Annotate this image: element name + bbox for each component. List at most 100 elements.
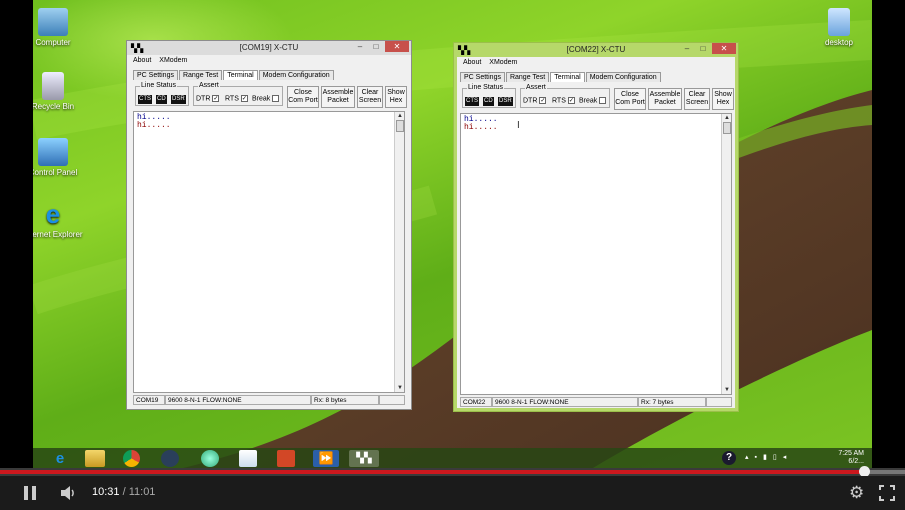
media-player-icon[interactable]: ⏩ — [313, 450, 339, 467]
mute-button[interactable] — [60, 485, 78, 501]
assemble-packet-button[interactable]: Assemble Packet — [321, 86, 355, 108]
checkbox-box — [272, 95, 280, 102]
gear-icon: ⚙ — [849, 483, 865, 502]
assemble-packet-button[interactable]: Assemble Packet — [648, 88, 682, 110]
fullscreen-icon — [879, 485, 895, 501]
video-progress-bar[interactable] — [0, 466, 905, 477]
dtr-label: DTR — [196, 95, 211, 103]
settings-button[interactable]: ⚙ — [849, 483, 864, 503]
line-status-label: Line Status — [140, 82, 178, 89]
text-cursor-icon: I — [517, 120, 520, 131]
time-separator: / — [122, 486, 126, 498]
rts-label: RTS — [552, 97, 566, 105]
steam-icon[interactable] — [161, 450, 179, 467]
desktop-icon-label: desktop — [824, 38, 854, 47]
minimize-button[interactable]: – — [680, 43, 694, 54]
menu-bar: About XModem — [457, 57, 735, 68]
system-tray: 7:25 AM 6/2... — [838, 450, 864, 466]
scroll-thumb[interactable] — [723, 122, 731, 134]
menu-about[interactable]: About — [133, 57, 151, 64]
break-label: Break — [579, 97, 598, 105]
maximize-button[interactable]: □ — [369, 41, 383, 52]
tab-range-test[interactable]: Range Test — [505, 72, 550, 82]
powerpoint-icon[interactable] — [277, 450, 295, 467]
status-empty — [379, 394, 405, 405]
desktop-icon-folder[interactable]: desktop — [809, 8, 869, 47]
desktop-icon-recycle-bin[interactable]: Recycle Bin — [33, 72, 83, 111]
cts-indicator: CTS — [138, 95, 152, 104]
window-titlebar[interactable]: ▚▚ [COM22] X-CTU – □ ✕ — [454, 43, 738, 57]
terminal-output[interactable]: hi..... hi..... ▲ ▼ — [133, 111, 405, 393]
tab-strip: PC Settings Range Test Terminal Modem Co… — [133, 70, 334, 80]
assert-label: Assert — [525, 84, 547, 91]
menu-xmodem[interactable]: XModem — [159, 57, 187, 64]
progress-played — [0, 470, 864, 474]
terminal-toolbar: Line Status CTS CD DSR Assert DTR ✓ RTS … — [460, 84, 734, 111]
paint-icon[interactable] — [239, 450, 257, 467]
show-hex-button[interactable]: Show Hex — [712, 88, 734, 110]
dtr-checkbox[interactable]: DTR ✓ — [523, 97, 547, 104]
terminal-output[interactable]: hi..... hi..... I ▲ ▼ — [460, 113, 732, 395]
xctu-window-com19[interactable]: ▚▚ [COM19] X-CTU – □ ✕ About XModem PC S… — [126, 40, 412, 410]
clock-date[interactable]: 6/2... — [838, 458, 864, 466]
close-com-port-button[interactable]: Close Com Port — [287, 86, 319, 108]
scroll-up-icon[interactable]: ▲ — [722, 114, 732, 122]
tab-modem-configuration[interactable]: Modem Configuration — [258, 70, 334, 80]
desktop-icon-computer[interactable]: Computer — [33, 8, 83, 47]
tab-modem-configuration[interactable]: Modem Configuration — [585, 72, 661, 82]
video-frame[interactable]: Computer Recycle Bin Control Panel e Int… — [0, 0, 905, 468]
close-button[interactable]: ✕ — [385, 41, 409, 52]
maximize-button[interactable]: □ — [696, 43, 710, 54]
close-com-port-button[interactable]: Close Com Port — [614, 88, 646, 110]
status-port: COM19 — [133, 394, 165, 405]
file-explorer-icon[interactable] — [85, 450, 105, 467]
check-icon: ✓ — [539, 97, 547, 104]
vertical-scrollbar[interactable]: ▲ ▼ — [721, 114, 731, 394]
scroll-thumb[interactable] — [396, 120, 404, 132]
desktop-icon-internet-explorer[interactable]: e Internet Explorer — [33, 200, 83, 239]
assert-label: Assert — [198, 82, 220, 89]
status-bar: COM19 9600 8-N-1 FLOW:NONE Rx: 8 bytes — [133, 394, 405, 405]
desktop-icon-control-panel[interactable]: Control Panel — [33, 138, 83, 177]
break-checkbox[interactable]: Break — [579, 97, 607, 105]
cts-indicator: CTS — [465, 97, 479, 106]
clear-screen-button[interactable]: Clear Screen — [684, 88, 710, 110]
clear-screen-button[interactable]: Clear Screen — [357, 86, 383, 108]
internet-explorer-icon: e — [45, 199, 61, 229]
tab-terminal[interactable]: Terminal — [550, 72, 585, 82]
close-button[interactable]: ✕ — [712, 43, 736, 54]
tab-pc-settings[interactable]: PC Settings — [460, 72, 505, 82]
menu-xmodem[interactable]: XModem — [489, 59, 517, 66]
terminal-toolbar: Line Status CTS CD DSR Assert DTR ✓ RTS … — [133, 82, 407, 109]
window-titlebar[interactable]: ▚▚ [COM19] X-CTU – □ ✕ — [127, 41, 411, 55]
minimize-button[interactable]: – — [353, 41, 367, 52]
scroll-down-icon[interactable]: ▼ — [722, 386, 732, 394]
chrome-icon[interactable] — [123, 450, 140, 467]
xctu-icon[interactable]: ▚▚ — [349, 450, 379, 467]
menu-about[interactable]: About — [463, 59, 481, 66]
show-hex-button[interactable]: Show Hex — [385, 86, 407, 108]
rts-checkbox[interactable]: RTS ✓ — [552, 97, 575, 104]
ie-icon[interactable]: e — [47, 450, 73, 467]
help-icon[interactable]: ? — [722, 451, 736, 465]
player-controls: 10:31 / 11:01 ⚙ — [0, 476, 905, 510]
clock-time[interactable]: 7:25 AM — [838, 450, 864, 458]
dtr-checkbox[interactable]: DTR ✓ — [196, 95, 220, 103]
desktop-icon-label: Recycle Bin — [33, 102, 75, 111]
status-rx: Rx: 8 bytes — [311, 394, 379, 405]
break-checkbox[interactable]: Break — [252, 95, 280, 102]
pause-button[interactable] — [22, 485, 38, 501]
tab-pc-settings[interactable]: PC Settings — [133, 70, 178, 80]
line-status-group: Line Status CTS CD DSR — [462, 84, 516, 108]
tab-terminal[interactable]: Terminal — [223, 70, 258, 80]
vertical-scrollbar[interactable]: ▲ ▼ — [394, 112, 404, 392]
tab-range-test[interactable]: Range Test — [178, 70, 223, 80]
scroll-up-icon[interactable]: ▲ — [395, 112, 405, 120]
fullscreen-button[interactable] — [879, 485, 895, 501]
rts-checkbox[interactable]: RTS ✓ — [225, 95, 248, 102]
scroll-down-icon[interactable]: ▼ — [395, 384, 405, 392]
xctu-window-com22[interactable]: ▚▚ [COM22] X-CTU – □ ✕ About XModem PC S… — [453, 42, 739, 412]
desktop-icon-label: Internet Explorer — [33, 230, 83, 239]
network-icon[interactable] — [201, 450, 219, 467]
assert-group: Assert DTR ✓ RTS ✓ Break — [520, 84, 610, 108]
